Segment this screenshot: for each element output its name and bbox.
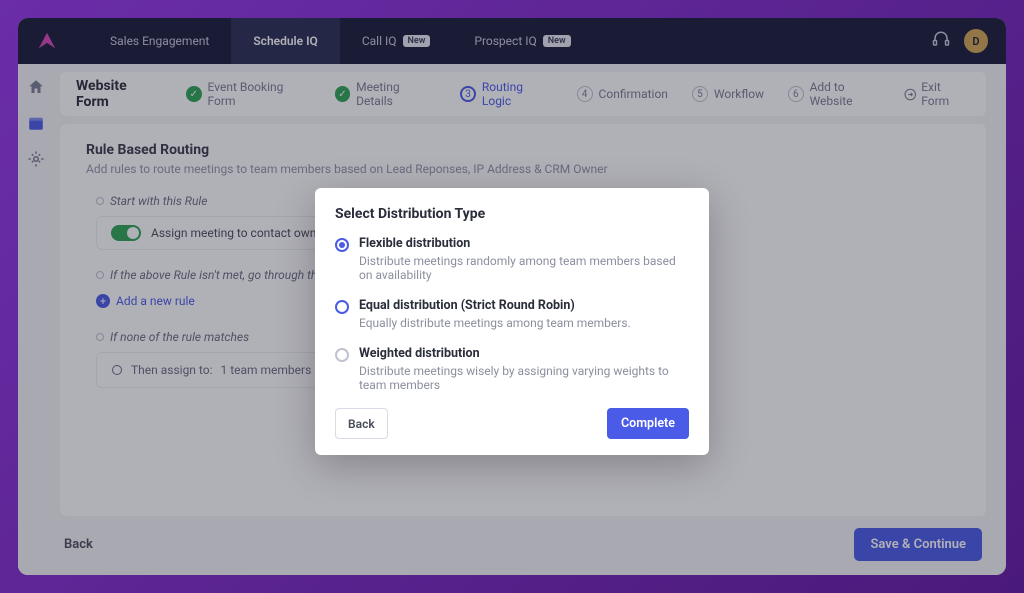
option-flexible[interactable]: Flexible distribution Distribute meeting… (335, 236, 689, 282)
app-window: Sales Engagement Schedule IQ Call IQNew … (18, 18, 1006, 575)
modal-title: Select Distribution Type (335, 206, 689, 222)
modal-complete-button[interactable]: Complete (607, 408, 689, 439)
option-desc: Distribute meetings wisely by assigning … (359, 364, 689, 392)
modal-overlay[interactable]: Select Distribution Type Flexible distri… (18, 18, 1006, 575)
distribution-modal: Select Distribution Type Flexible distri… (315, 188, 709, 455)
radio-unselected[interactable] (335, 300, 349, 314)
option-title: Flexible distribution (359, 236, 689, 251)
option-title: Weighted distribution (359, 346, 689, 361)
radio-unselected[interactable] (335, 348, 349, 362)
option-title: Equal distribution (Strict Round Robin) (359, 298, 631, 313)
modal-back-button[interactable]: Back (335, 408, 388, 439)
option-desc: Distribute meetings randomly among team … (359, 254, 689, 282)
option-desc: Equally distribute meetings among team m… (359, 316, 631, 330)
option-weighted[interactable]: Weighted distribution Distribute meeting… (335, 346, 689, 392)
radio-selected[interactable] (335, 238, 349, 252)
option-equal[interactable]: Equal distribution (Strict Round Robin) … (335, 298, 689, 330)
